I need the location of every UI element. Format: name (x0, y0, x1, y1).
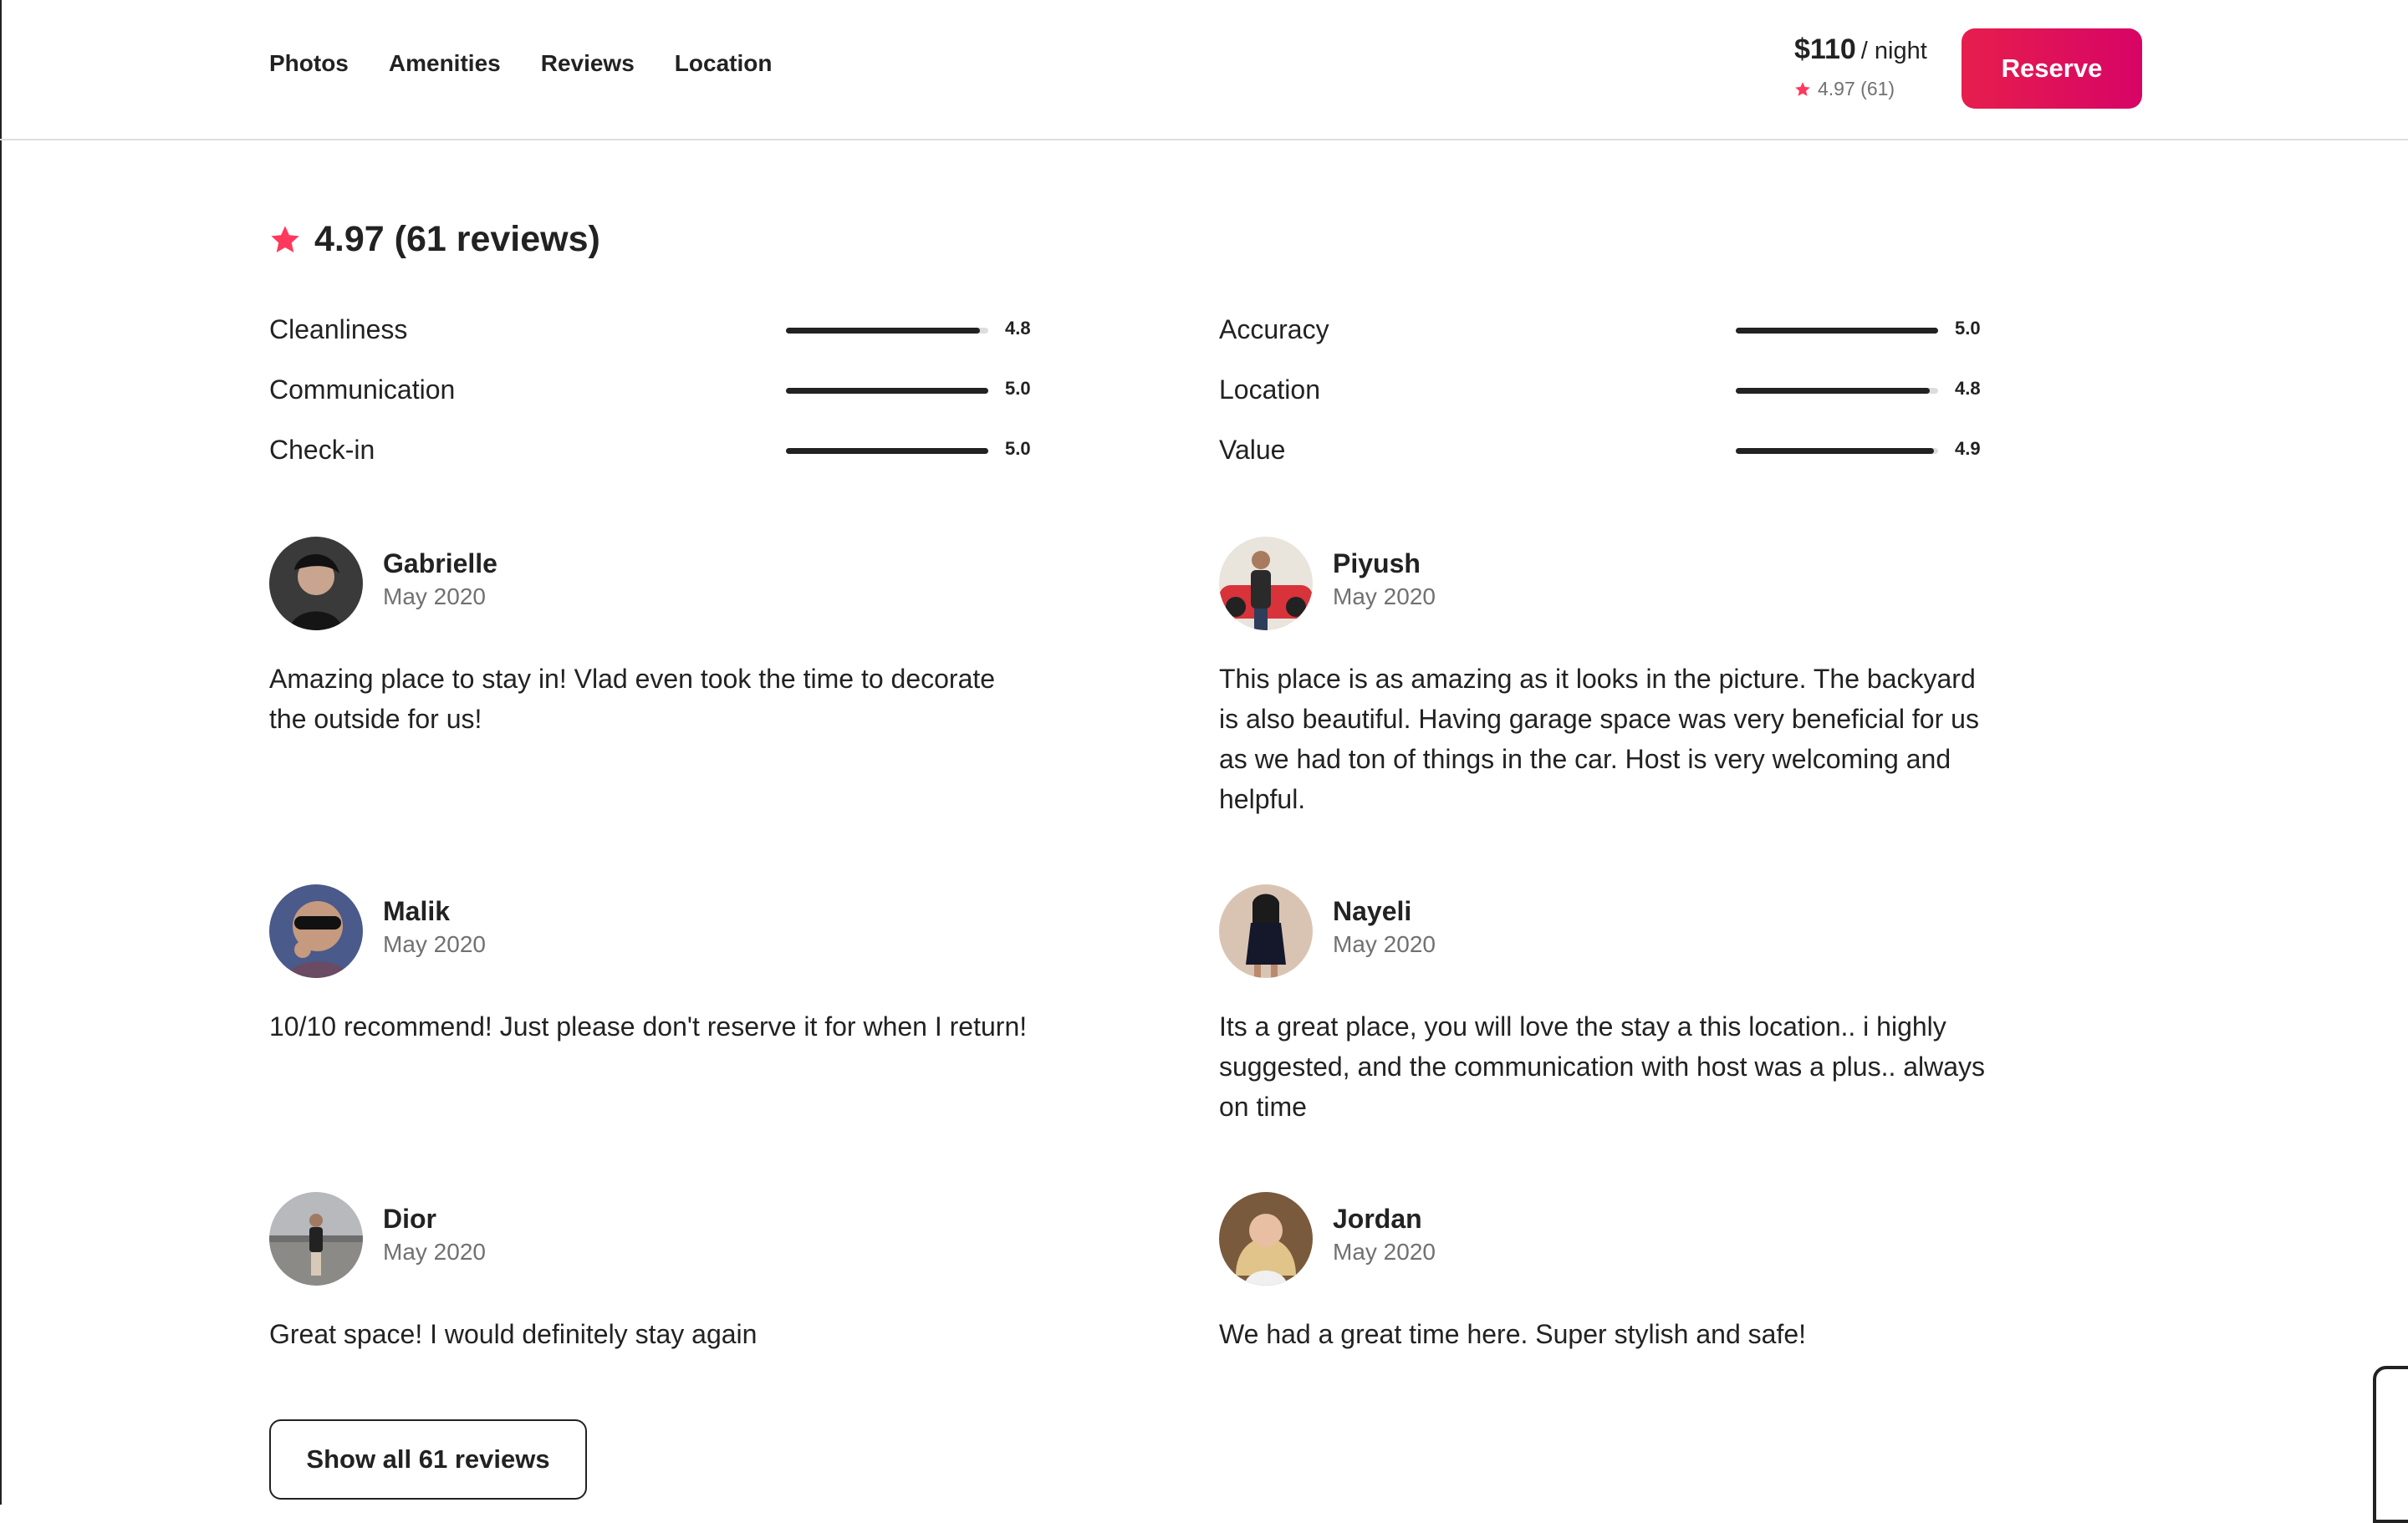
review-date: May 2020 (383, 1239, 486, 1265)
review-text: We had a great time here. Super stylish … (1219, 1319, 1807, 1349)
review-date: May 2020 (383, 583, 486, 609)
per-night-label: / night (1860, 38, 1927, 64)
rating-score: 5.0 (1005, 378, 1031, 399)
rating-label: Location (1219, 374, 1320, 405)
rating-label: Communication (269, 374, 456, 405)
review-text: Its a great place, you will love the sta… (1219, 1011, 1986, 1122)
rating-bar (786, 388, 988, 394)
rating-bar-fill (1736, 388, 1931, 394)
rating-communication: Communication 5.0 (269, 374, 1038, 408)
section-nav: Photos Amenities Reviews Location (269, 50, 772, 77)
review-date: May 2020 (1333, 931, 1436, 957)
rating-accuracy: Accuracy 5.0 (1219, 314, 1988, 348)
avatar[interactable] (269, 1192, 363, 1286)
floating-widget[interactable] (2373, 1366, 2408, 1523)
nav-photos-link[interactable]: Photos (269, 50, 349, 77)
nightly-price: $110 (1794, 33, 1856, 65)
star-icon (1795, 81, 1810, 96)
rating-score: 4.8 (1955, 378, 1981, 399)
avatar[interactable] (1219, 884, 1313, 978)
reviews-summary-text: 4.97 (61 reviews) (314, 219, 600, 259)
rating-bar (1736, 328, 1938, 334)
rating-check-in: Check-in 5.0 (269, 435, 1038, 468)
reviews-summary: 4.97 (61 reviews) (269, 219, 600, 260)
rating-bar (1736, 388, 1938, 394)
rating-bar (786, 448, 988, 454)
rating-label: Accuracy (1219, 314, 1329, 344)
avatar[interactable] (1219, 537, 1313, 630)
window-left-edge (0, 0, 2, 1505)
rating-bar-fill (786, 448, 988, 454)
review-date: May 2020 (383, 931, 486, 957)
sticky-header: Photos Amenities Reviews Location $110/ … (0, 0, 2408, 140)
review-text: Great space! I would definitely stay aga… (269, 1319, 758, 1349)
avatar[interactable] (1219, 1192, 1313, 1286)
rating-score: 4.8 (1005, 318, 1031, 339)
nav-amenities-link[interactable]: Amenities (389, 50, 501, 77)
reviewer-name: Jordan (1333, 1204, 1422, 1234)
rating-bar-fill (786, 328, 981, 334)
star-icon (271, 225, 299, 252)
review-text: Amazing place to stay in! Vlad even took… (269, 664, 996, 734)
rating-cleanliness: Cleanliness 4.8 (269, 314, 1038, 348)
reviewer-name: Gabrielle (383, 548, 497, 578)
rating-value: Value 4.9 (1219, 435, 1988, 468)
reviewer-name: Nayeli (1333, 896, 1412, 926)
price-summary: $110/ night 4.97 (61) (1794, 33, 1927, 100)
rating-bar-fill (1736, 328, 1938, 334)
nav-reviews-link[interactable]: Reviews (541, 50, 635, 77)
rating-label: Value (1219, 435, 1286, 465)
rating-score: 4.9 (1955, 438, 1981, 459)
header-rating-text: 4.97 (61) (1818, 78, 1895, 99)
header-rating: 4.97 (61) (1794, 78, 1927, 100)
reviewer-name: Malik (383, 896, 451, 926)
avatar[interactable] (269, 537, 363, 630)
reviewer-name: Piyush (1333, 548, 1421, 578)
rating-score: 5.0 (1955, 318, 1981, 339)
nav-location-link[interactable]: Location (675, 50, 773, 77)
rating-bar (786, 328, 988, 334)
rating-label: Cleanliness (269, 314, 408, 344)
rating-label: Check-in (269, 435, 375, 465)
review-date: May 2020 (1333, 583, 1436, 609)
reserve-button[interactable]: Reserve (1962, 28, 2142, 109)
rating-location: Location 4.8 (1219, 374, 1988, 408)
avatar[interactable] (269, 884, 363, 978)
review-date: May 2020 (1333, 1239, 1436, 1265)
review-text: 10/10 recommend! Just please don't reser… (269, 1011, 1028, 1042)
rating-score: 5.0 (1005, 438, 1031, 459)
rating-bar (1736, 448, 1938, 454)
review-text: This place is as amazing as it looks in … (1219, 664, 1979, 814)
rating-bar-fill (786, 388, 988, 394)
show-all-reviews-button[interactable]: Show all 61 reviews (269, 1419, 587, 1500)
rating-bar-fill (1736, 448, 1935, 454)
reviewer-name: Dior (383, 1204, 436, 1234)
